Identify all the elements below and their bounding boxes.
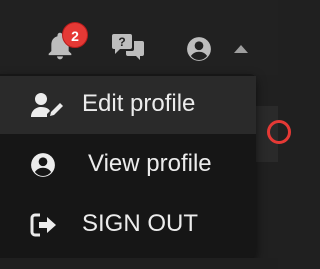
sign-out-label: SIGN OUT bbox=[82, 210, 199, 237]
svg-text:?: ? bbox=[118, 35, 125, 49]
user-circle-icon bbox=[30, 152, 56, 178]
page-content-peek bbox=[0, 258, 278, 269]
user-edit-icon bbox=[30, 91, 64, 119]
caret-up-icon[interactable] bbox=[232, 42, 250, 54]
edit-profile-label: Edit profile bbox=[82, 90, 196, 117]
chat-bubbles-icon[interactable]: ? bbox=[110, 32, 146, 62]
profile-dropdown-menu: Edit profile View profile SIGN OUT bbox=[0, 74, 256, 258]
view-profile-label: View profile bbox=[88, 150, 212, 177]
sign-out-icon bbox=[30, 212, 58, 238]
edit-profile-menu-item[interactable]: Edit profile bbox=[0, 76, 256, 134]
view-profile-menu-item[interactable]: View profile bbox=[0, 136, 256, 194]
sign-out-menu-item[interactable]: SIGN OUT bbox=[0, 196, 256, 254]
status-ring bbox=[267, 120, 291, 144]
notification-count-badge: 2 bbox=[62, 22, 88, 48]
top-navigation-bar: 2 ? bbox=[0, 0, 278, 75]
account-circle-icon[interactable] bbox=[186, 36, 212, 62]
